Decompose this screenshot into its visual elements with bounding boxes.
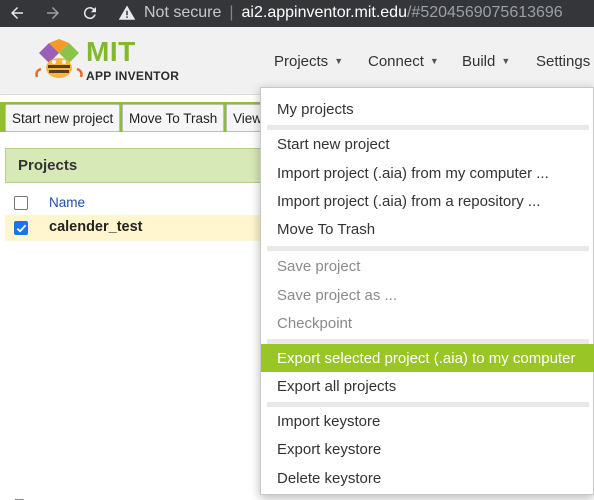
menu-item-my-projects[interactable]: My projects xyxy=(261,95,594,123)
address-bar[interactable]: Not secure | ai2.appinventor.mit.edu/#52… xyxy=(118,1,563,25)
logo-subtitle: APP INVENTOR xyxy=(86,69,180,83)
menu-projects-label: Projects xyxy=(274,52,329,70)
bee-logo-icon xyxy=(35,39,83,78)
menu-item-export-keystore[interactable]: Export keystore xyxy=(261,435,594,463)
security-label: Not secure xyxy=(144,4,222,21)
menu-item-start-new-project[interactable]: Start new project xyxy=(261,130,594,158)
projects-dropdown-menu: My projects Start new project Import pro… xyxy=(260,87,594,495)
menu-item-save-project: Save project xyxy=(277,257,361,275)
app-header: MIT APP INVENTOR Projects ▼ Connect ▼ Buil… xyxy=(0,27,594,95)
caret-down-icon: ▼ xyxy=(501,56,511,66)
menu-item-checkpoint: Checkpoint xyxy=(277,314,353,332)
start-new-project-button[interactable]: Start new project xyxy=(5,104,121,132)
move-to-trash-button[interactable]: Move To Trash xyxy=(122,104,225,132)
partial-row-fragment: ▭ · · xyxy=(14,494,90,500)
menu-connect-label: Connect xyxy=(368,52,424,70)
menu-item-export-selected-project[interactable]: Export selected project (.aia) to my com… xyxy=(261,344,594,372)
menu-separator xyxy=(267,246,589,251)
browser-toolbar: Not secure | ai2.appinventor.mit.edu/#52… xyxy=(0,0,594,27)
menu-item-import-keystore[interactable]: Import keystore xyxy=(261,407,594,435)
menu-item-export-all-projects[interactable]: Export all projects xyxy=(261,372,594,400)
name-column-header[interactable]: Name xyxy=(49,195,85,210)
menu-projects[interactable]: Projects ▼ xyxy=(274,27,343,95)
app-inventor-logo[interactable]: MIT APP INVENTOR xyxy=(33,35,183,85)
address-separator: | xyxy=(229,4,234,21)
caret-down-icon: ▼ xyxy=(429,56,439,66)
menu-item-save-project-as: Save project as ... xyxy=(277,286,398,304)
project-row-checkbox[interactable] xyxy=(14,221,28,235)
menu-build[interactable]: Build ▼ xyxy=(462,27,510,95)
menu-item-import-from-computer[interactable]: Import project (.aia) from my computer .… xyxy=(261,159,594,187)
back-icon[interactable] xyxy=(6,2,28,24)
url-host: ai2.appinventor.mit.edu xyxy=(241,4,407,21)
reload-icon[interactable] xyxy=(79,2,101,24)
projects-panel-title: Projects xyxy=(5,148,270,183)
select-all-checkbox[interactable] xyxy=(14,196,28,210)
menu-item-move-to-trash[interactable]: Move To Trash xyxy=(261,215,594,243)
menu-build-label: Build xyxy=(462,52,496,70)
menu-item-delete-keystore[interactable]: Delete keystore xyxy=(261,464,594,492)
project-list-header: Name xyxy=(5,190,270,214)
url-path: /#5204569075613696 xyxy=(406,4,563,21)
checkmark-icon xyxy=(16,224,27,233)
menu-settings-label: Settings xyxy=(536,52,591,70)
caret-down-icon: ▼ xyxy=(334,56,344,66)
project-row[interactable]: calender_test xyxy=(5,215,270,241)
menu-settings[interactable]: Settings xyxy=(536,27,590,95)
menu-item-import-from-repository[interactable]: Import project (.aia) from a repository … xyxy=(261,187,594,215)
forward-icon[interactable] xyxy=(42,2,64,24)
logo-title: MIT xyxy=(86,36,136,67)
warning-triangle-icon xyxy=(118,5,136,20)
project-name[interactable]: calender_test xyxy=(49,219,143,235)
menu-connect[interactable]: Connect ▼ xyxy=(368,27,439,95)
